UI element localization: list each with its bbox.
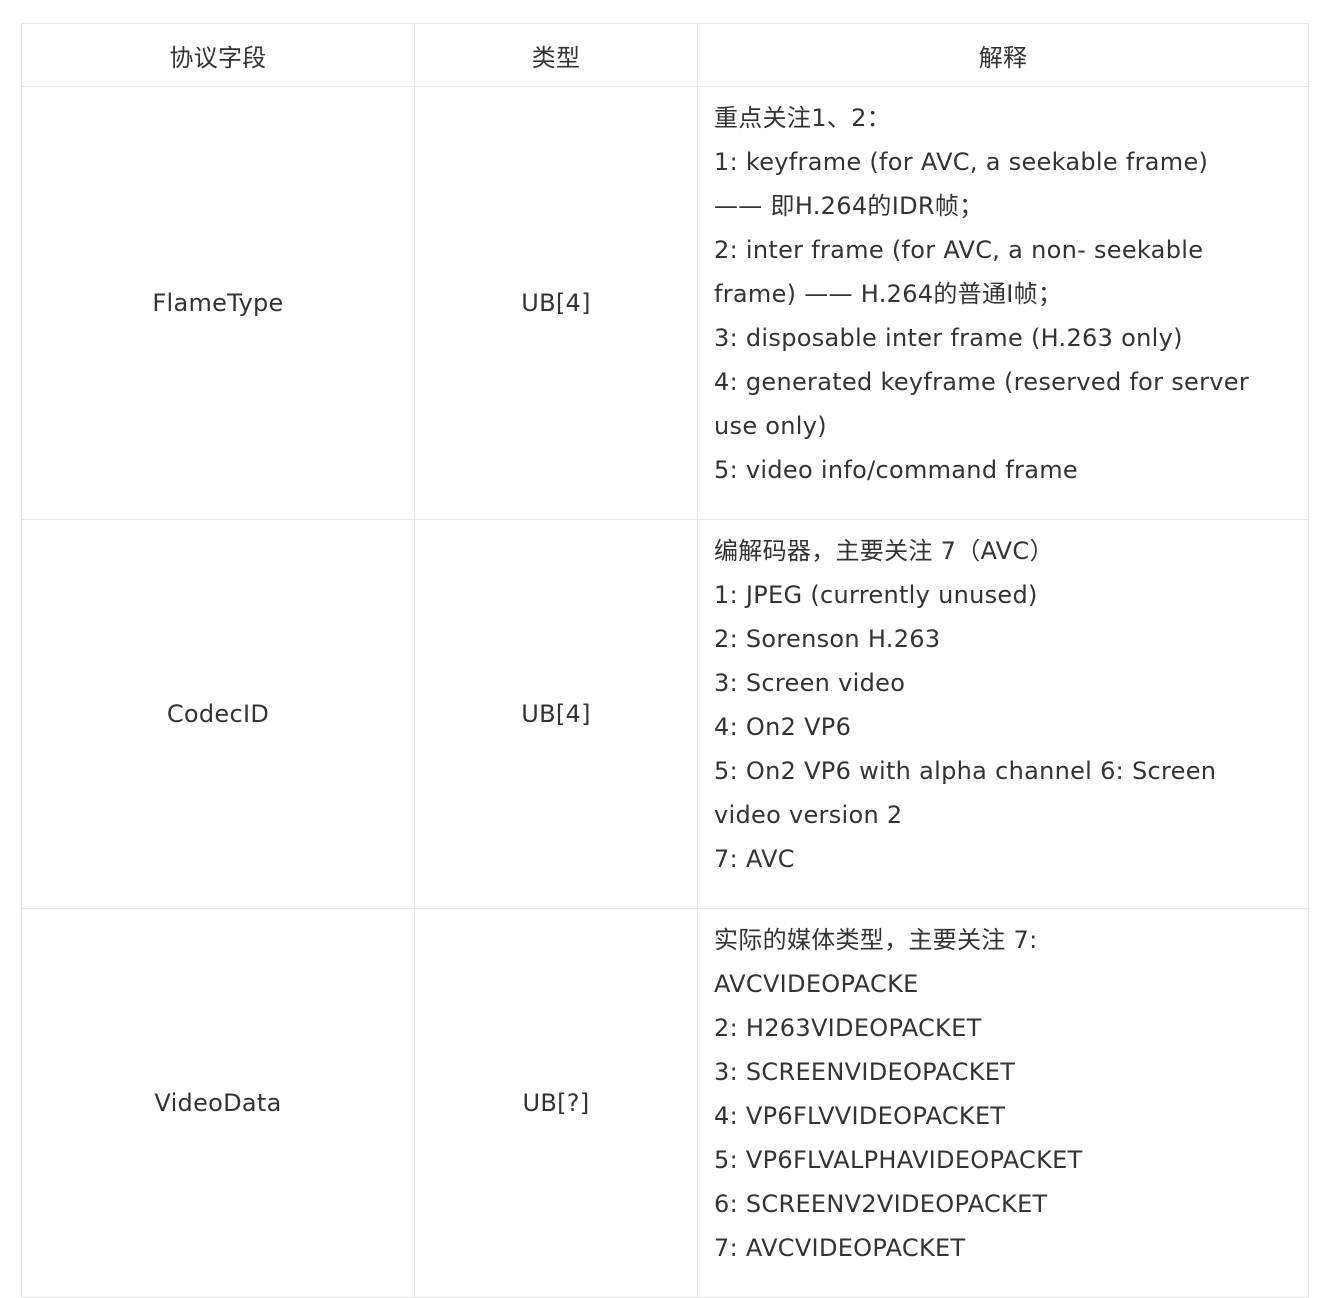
protocol-table: 协议字段 类型 解释 FlameType UB[4] 重点关注1、2： 1: k… [21,23,1309,1298]
description-line: 7: AVCVIDEOPACKET [714,1234,966,1262]
description-line: 3: SCREENVIDEOPACKET [714,1058,1016,1086]
table-row: FlameType UB[4] 重点关注1、2： 1: keyframe (fo… [21,86,1309,520]
description-line: 3: Screen video [714,669,906,697]
field-cell: VideoData [21,908,415,1298]
header-description: 解释 [697,23,1309,87]
table-row: VideoData UB[?] 实际的媒体类型，主要关注 7: AVCVIDEO… [21,908,1309,1298]
field-cell: FlameType [21,86,415,520]
type-cell: UB[4] [414,519,698,909]
description-line: 7: AVC [714,845,795,873]
description-line: 重点关注1、2： [714,104,891,132]
description-line: 6: SCREENV2VIDEOPACKET [714,1190,1048,1218]
protocol-table-container: 协议字段 类型 解释 FlameType UB[4] 重点关注1、2： 1: k… [21,23,1309,1298]
description-line: 4: VP6FLVVIDEOPACKET [714,1102,1006,1130]
description-line: 实际的媒体类型，主要关注 7: [714,926,1038,954]
table-row: CodecID UB[4] 编解码器，主要关注 7（AVC） 1: JPEG (… [21,519,1309,909]
description-line: 2: inter frame (for AVC, a non- seekable [714,236,1204,264]
description-line: 1: JPEG (currently unused) [714,581,1038,609]
description-line: 2: H263VIDEOPACKET [714,1014,982,1042]
description-line: —— 即H.264的IDR帧； [714,192,984,220]
description-line: 5: video info/command frame [714,456,1078,484]
table-header-row: 协议字段 类型 解释 [21,23,1309,87]
description-line: 2: Sorenson H.263 [714,625,941,653]
description-line: 5: On2 VP6 with alpha channel 6: Screen [714,757,1217,785]
description-line: frame) —— H.264的普通I帧； [714,280,1063,308]
type-cell: UB[?] [414,908,698,1298]
description-line: 编解码器，主要关注 7（AVC） [714,537,1054,565]
description-line: use only) [714,412,827,440]
header-field: 协议字段 [21,23,415,87]
description-cell: 编解码器，主要关注 7（AVC） 1: JPEG (currently unus… [697,519,1309,909]
description-line: AVCVIDEOPACKE [714,970,919,998]
field-cell: CodecID [21,519,415,909]
header-type: 类型 [414,23,698,87]
description-line: 5: VP6FLVALPHAVIDEOPACKET [714,1146,1083,1174]
description-line: 3: disposable inter frame (H.263 only) [714,324,1183,352]
description-cell: 实际的媒体类型，主要关注 7: AVCVIDEOPACKE 2: H263VID… [697,908,1309,1298]
description-cell: 重点关注1、2： 1: keyframe (for AVC, a seekabl… [697,86,1309,520]
description-line: 4: generated keyframe (reserved for serv… [714,368,1250,396]
description-line: 4: On2 VP6 [714,713,852,741]
description-line: video version 2 [714,801,903,829]
description-line: 1: keyframe (for AVC, a seekable frame) [714,148,1209,176]
type-cell: UB[4] [414,86,698,520]
